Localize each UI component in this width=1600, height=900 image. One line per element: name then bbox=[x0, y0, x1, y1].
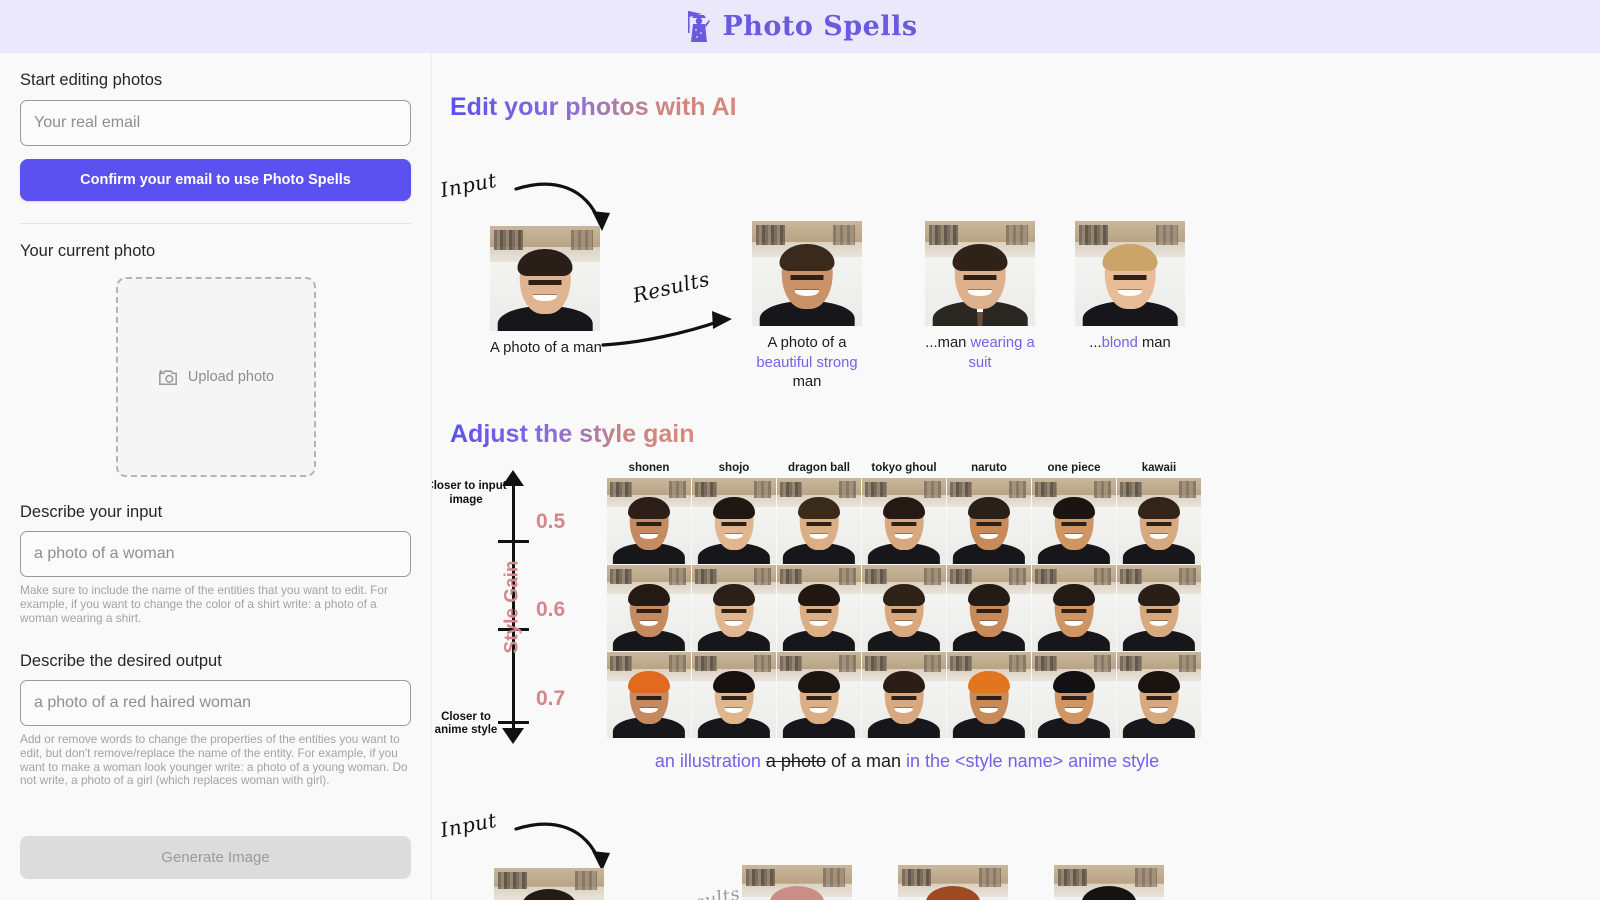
brand-title: Photo Spells bbox=[722, 11, 918, 42]
style-column-header: shojo bbox=[718, 462, 750, 474]
style-grid-cell bbox=[777, 652, 861, 738]
axis-top-caption: Closer to input image bbox=[432, 480, 507, 506]
output-description-hint: Add or remove words to change the proper… bbox=[20, 731, 408, 788]
sidebar-divider bbox=[20, 223, 411, 224]
section3-input-photo bbox=[494, 868, 604, 900]
style-grid-cell bbox=[1117, 565, 1201, 651]
style-column-header: one piece bbox=[1047, 462, 1101, 474]
caption-part: man bbox=[792, 374, 822, 391]
style-column-header: kawaii bbox=[1141, 462, 1177, 474]
section-title-style-gain: Adjust the style gain bbox=[450, 420, 695, 448]
output-description-field[interactable] bbox=[20, 679, 411, 726]
section-title-edit-photos: Edit your photos with AI bbox=[450, 93, 737, 121]
style-column-header: dragon ball bbox=[788, 462, 850, 474]
confirm-email-button[interactable]: Confirm your email to use Photo Spells bbox=[20, 159, 411, 201]
results-arrow-icon bbox=[601, 311, 732, 347]
style-grid-cell bbox=[607, 478, 691, 564]
input-annotation-label: Input bbox=[438, 167, 499, 203]
style-grid-cell bbox=[862, 565, 946, 651]
section3-result-photo-1 bbox=[742, 865, 852, 900]
input-photo bbox=[490, 226, 600, 331]
style-column-header: tokyo ghoul bbox=[871, 462, 937, 474]
input-photo-caption: A photo of a man bbox=[490, 340, 602, 356]
wizard-icon bbox=[682, 9, 712, 45]
results-annotation-label-2: Results bbox=[669, 883, 743, 900]
result-caption-3: ...blond man bbox=[1070, 334, 1190, 354]
style-column-header: naruto bbox=[971, 462, 1007, 474]
axis-name-label: Style Gain bbox=[501, 560, 523, 654]
axis-tick bbox=[498, 540, 529, 543]
axis-value: 0.7 bbox=[536, 687, 566, 710]
input-description-hint: Make sure to include the name of the ent… bbox=[20, 583, 388, 625]
style-grid-cell bbox=[607, 565, 691, 651]
style-grid-cell bbox=[947, 478, 1031, 564]
style-gain-axis: Closer to input image Closer to anime st… bbox=[432, 470, 592, 744]
input-description-field[interactable] bbox=[20, 531, 411, 577]
upload-photo-label: Upload photo bbox=[187, 369, 275, 385]
main-content: Edit your photos with AI Input A photo o… bbox=[432, 53, 1600, 900]
style-grid-cell bbox=[947, 652, 1031, 738]
sidebar: Start editing photos Confirm your email … bbox=[0, 53, 432, 900]
output-description-label: Describe the desired output bbox=[20, 651, 222, 670]
axis-value: 0.5 bbox=[536, 510, 566, 533]
style-grid-cell bbox=[692, 478, 776, 564]
caption-part-highlight: blond bbox=[1101, 335, 1138, 351]
prompt-part-highlight: in the <style name> anime style bbox=[906, 751, 1160, 771]
results-annotation-label: Results bbox=[630, 266, 712, 308]
prompt-part-plain: of a man bbox=[825, 751, 907, 771]
camera-plus-icon bbox=[157, 367, 179, 387]
style-grid-cell bbox=[777, 478, 861, 564]
upload-photo-dropzone[interactable]: Upload photo bbox=[115, 277, 316, 477]
result-caption-2: ...man wearing a suit bbox=[920, 334, 1040, 373]
style-grid-cell bbox=[1032, 565, 1116, 651]
style-prompt-line: an illustration a photo of a man in the … bbox=[607, 751, 1207, 772]
style-grid-cell bbox=[862, 652, 946, 738]
result-photo-2 bbox=[925, 221, 1035, 326]
caption-part-highlight: beautiful strong bbox=[756, 354, 858, 371]
input-annotation-label-2: Input bbox=[438, 807, 499, 843]
style-grid-cell bbox=[1032, 652, 1116, 738]
result-photo-1 bbox=[752, 221, 862, 326]
input-description-label: Describe your input bbox=[20, 503, 163, 521]
app-header: Photo Spells bbox=[0, 0, 1600, 53]
email-input[interactable] bbox=[20, 100, 411, 146]
caption-part: ...man bbox=[925, 335, 971, 351]
style-grid-headers: shonen shojo dragon ball tokyo ghoul nar… bbox=[607, 462, 1201, 474]
style-grid-cell bbox=[862, 478, 946, 564]
axis-bottom-caption: Closer to anime style bbox=[434, 710, 498, 737]
generate-image-button[interactable]: Generate Image bbox=[20, 836, 411, 880]
prompt-part-strike: a photo bbox=[765, 751, 826, 771]
style-grid-cell bbox=[692, 652, 776, 738]
page-body: Start editing photos Confirm your email … bbox=[0, 53, 1600, 900]
style-column-header: shonen bbox=[628, 462, 670, 474]
output-description-block: Describe the desired output Add or remov… bbox=[20, 652, 411, 789]
style-grid-cell bbox=[777, 565, 861, 651]
style-grid-cell bbox=[947, 565, 1031, 651]
result-caption-1: A photo of a beautiful strong man bbox=[747, 334, 867, 393]
axis-value: 0.6 bbox=[536, 598, 566, 621]
section3-result-photo-3 bbox=[1054, 865, 1164, 900]
style-grid-cell bbox=[692, 565, 776, 651]
caption-part: A photo of a bbox=[767, 335, 847, 351]
style-grid-cell bbox=[1117, 478, 1201, 564]
start-editing-heading: Start editing photos bbox=[20, 71, 163, 89]
current-photo-heading: Your current photo bbox=[20, 242, 156, 260]
input-description-block: Describe your input Make sure to include… bbox=[20, 503, 411, 626]
style-grid-cell bbox=[1117, 652, 1201, 738]
result-photo-3 bbox=[1075, 221, 1185, 326]
prompt-part-highlight: an illustration bbox=[654, 751, 761, 771]
caption-part-highlight: wearing a suit bbox=[968, 335, 1035, 371]
caption-part: ... bbox=[1089, 335, 1102, 351]
style-grid-cell bbox=[607, 652, 691, 738]
style-gain-grid bbox=[607, 478, 1201, 738]
caption-part: man bbox=[1137, 335, 1171, 351]
style-grid-cell bbox=[1032, 478, 1116, 564]
section3-result-photo-2 bbox=[898, 865, 1008, 900]
